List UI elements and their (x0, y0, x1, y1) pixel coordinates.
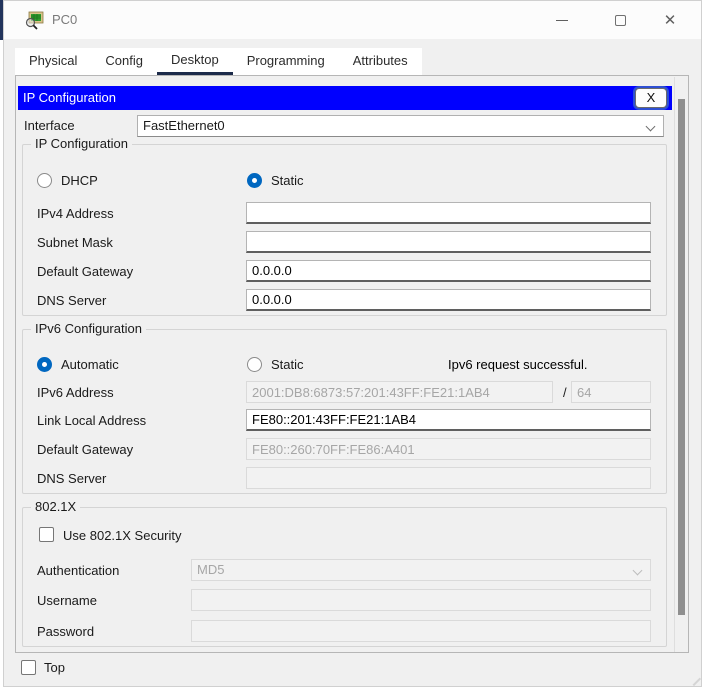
dot1x-legend: 802.1X (31, 499, 81, 514)
subnet-mask-label: Subnet Mask (37, 235, 113, 250)
close-icon: ✕ (663, 11, 677, 29)
top-checkbox-label: Top (44, 660, 65, 675)
ip-configuration-legend: IP Configuration (31, 136, 132, 151)
authentication-label: Authentication (37, 563, 120, 578)
tab-physical[interactable]: Physical (15, 48, 91, 76)
password-label: Password (37, 624, 95, 639)
ipv6-prefix-separator: / (563, 385, 567, 400)
tab-desktop[interactable]: Desktop (157, 48, 233, 76)
ip-configuration-dialog-titlebar: IP Configuration X (18, 86, 672, 110)
dns-server-input[interactable] (246, 289, 651, 311)
interface-label: Interface (24, 118, 75, 133)
ipv6-request-status: Ipv6 request successful. (448, 357, 588, 372)
chevron-down-icon (632, 565, 643, 576)
ipv6-address-label: IPv6 Address (37, 385, 114, 400)
desktop-tab-content: IP Configuration X Interface FastEtherne… (15, 75, 689, 653)
chevron-down-icon (645, 121, 656, 132)
vertical-scrollbar[interactable] (674, 77, 687, 652)
ip-configuration-group: IP Configuration DHCP Static IPv4 Addres… (22, 136, 667, 316)
link-local-address-input[interactable] (246, 409, 651, 431)
authentication-selected-value: MD5 (197, 562, 225, 577)
ipv6-dns-server-input (246, 467, 651, 489)
default-gateway-label: Default Gateway (37, 264, 134, 279)
ipv4-address-input[interactable] (246, 202, 651, 224)
subnet-mask-input[interactable] (246, 231, 651, 253)
ipv4-static-radio[interactable] (247, 173, 262, 188)
tab-programming[interactable]: Programming (233, 48, 339, 76)
authentication-select: MD5 (191, 559, 651, 581)
ipv6-static-radio[interactable] (247, 357, 262, 372)
dhcp-radio[interactable] (37, 173, 52, 188)
dialog-title: IP Configuration (23, 90, 116, 105)
ipv6-configuration-legend: IPv6 Configuration (31, 321, 146, 336)
ipv4-static-radio-label: Static (271, 173, 304, 188)
close-button[interactable]: ✕ (647, 1, 693, 39)
dns-server-label: DNS Server (37, 293, 107, 308)
tab-attributes[interactable]: Attributes (339, 48, 422, 76)
maximize-icon (614, 14, 626, 26)
interface-select[interactable]: FastEthernet0 (137, 115, 664, 137)
ipv6-automatic-radio[interactable] (37, 357, 52, 372)
title-bar[interactable]: PC0 ✕ (4, 1, 701, 39)
resize-grip[interactable] (686, 671, 702, 687)
pc0-window: PC0 ✕ Physical Config Desktop Programmin… (3, 0, 702, 687)
password-input (191, 620, 651, 642)
minimize-button[interactable] (539, 1, 585, 39)
ipv4-address-label: IPv4 Address (37, 206, 114, 221)
ipv6-default-gateway-input (246, 438, 651, 460)
interface-selected-value: FastEthernet0 (143, 118, 225, 133)
tab-config[interactable]: Config (91, 48, 157, 76)
use-dot1x-security-checkbox[interactable] (39, 527, 54, 542)
ipv6-default-gateway-label: Default Gateway (37, 442, 134, 457)
ipv6-automatic-radio-label: Automatic (61, 357, 119, 372)
default-gateway-input[interactable] (246, 260, 651, 282)
username-input (191, 589, 651, 611)
dialog-close-button[interactable]: X (635, 88, 667, 108)
window-title: PC0 (52, 12, 78, 27)
ipv6-static-radio-label: Static (271, 357, 304, 372)
ipv6-address-input (246, 381, 553, 403)
username-label: Username (37, 593, 97, 608)
use-dot1x-security-label: Use 802.1X Security (63, 528, 182, 543)
maximize-button[interactable] (597, 1, 643, 39)
top-checkbox[interactable] (21, 660, 36, 675)
minimize-icon (556, 19, 568, 21)
pc-device-icon (25, 11, 44, 30)
dot1x-group: 802.1X Use 802.1X Security Authenticatio… (22, 499, 667, 647)
dhcp-radio-label: DHCP (61, 173, 98, 188)
ipv6-configuration-group: IPv6 Configuration Automatic Static Ipv6… (22, 321, 667, 494)
ipv6-dns-server-label: DNS Server (37, 471, 107, 486)
ipv6-prefix-input (571, 381, 651, 403)
scrollbar-thumb[interactable] (678, 99, 685, 615)
link-local-address-label: Link Local Address (37, 413, 147, 428)
tab-bar: Physical Config Desktop Programming Attr… (15, 48, 422, 76)
